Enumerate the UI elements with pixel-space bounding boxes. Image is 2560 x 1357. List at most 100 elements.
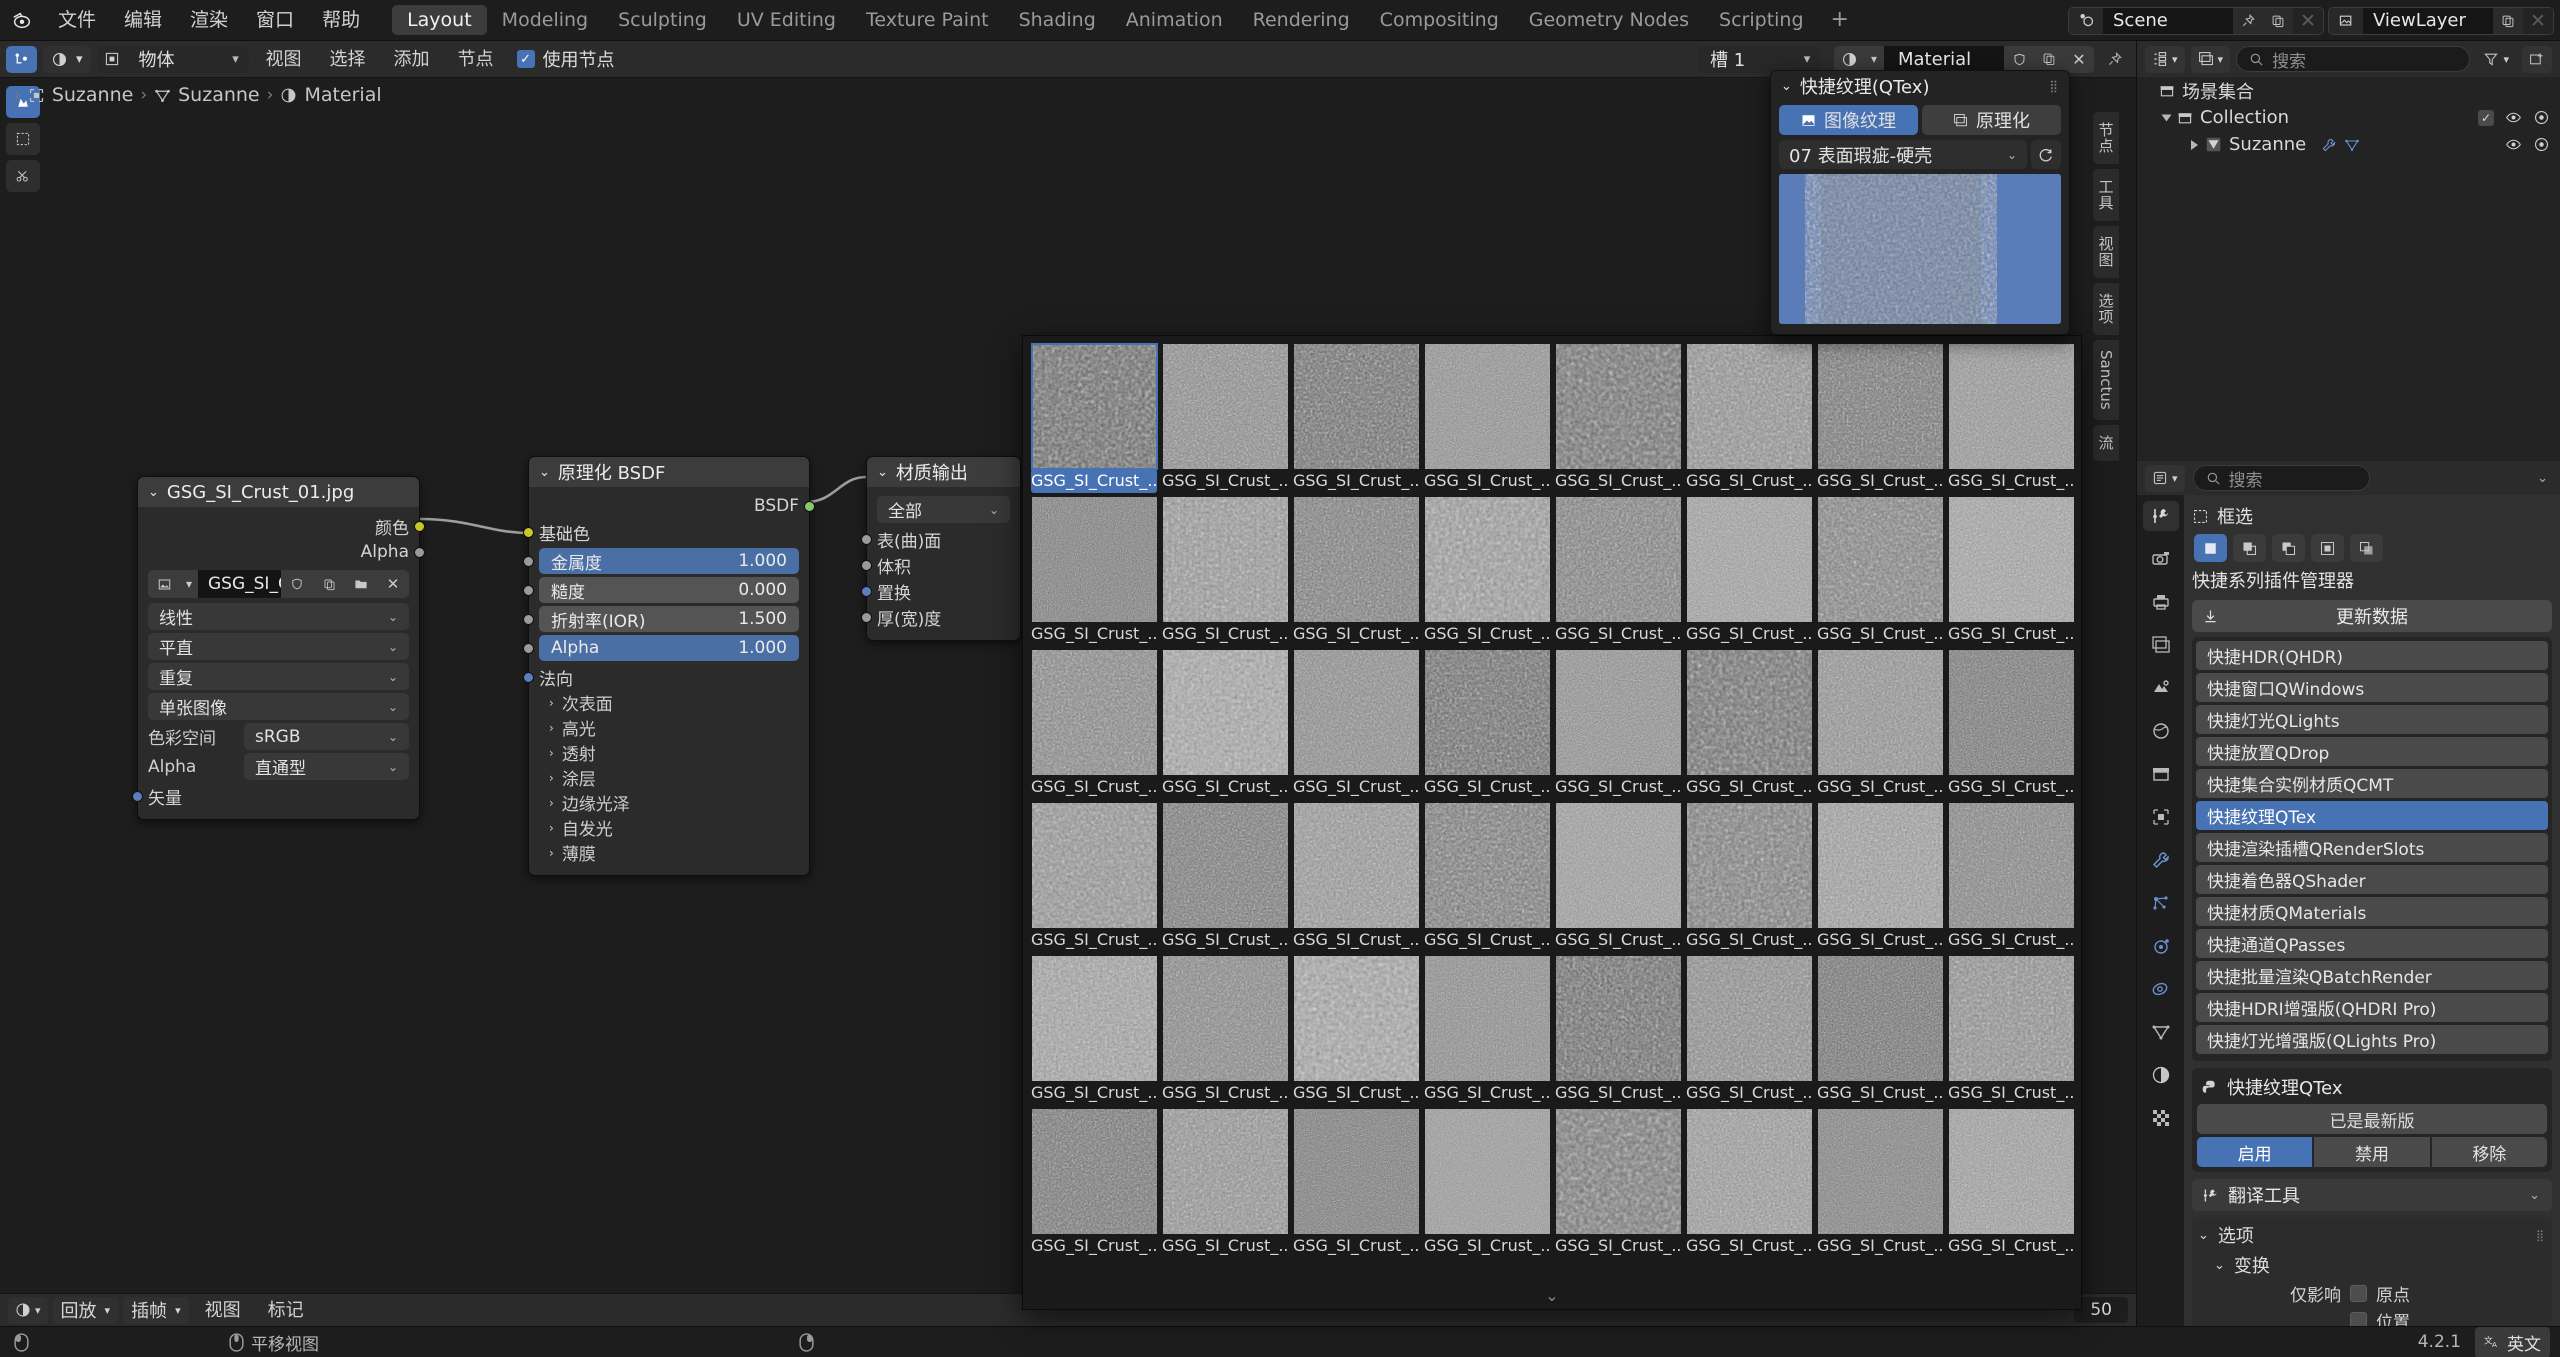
texture-grid-item[interactable]: GSG_SI_Crust_... xyxy=(1553,344,1683,496)
pin-node-tree-icon[interactable] xyxy=(2100,46,2130,73)
texture-thumbnail[interactable] xyxy=(1555,956,1681,1081)
viewlayer-properties-tab-icon[interactable] xyxy=(2143,630,2179,660)
plugin-list-item[interactable]: 快捷纹理QTex xyxy=(2196,801,2548,830)
translate-tool-panel[interactable]: 翻译工具 ⌄ xyxy=(2192,1179,2552,1211)
node-header-image-texture[interactable]: ⌄ GSG_SI_Crust_01.jpg xyxy=(138,477,419,507)
texture-thumbnail[interactable] xyxy=(1817,956,1943,1081)
texture-grid-item[interactable]: GSG_SI_Crust_... xyxy=(1946,803,2076,955)
open-image-folder-icon[interactable] xyxy=(345,570,377,598)
texture-thumbnail[interactable] xyxy=(1424,803,1550,928)
texture-thumbnail[interactable] xyxy=(1817,344,1943,469)
socket-color-dot[interactable] xyxy=(414,520,425,532)
texture-thumbnail[interactable] xyxy=(1162,803,1288,928)
texture-thumbnail[interactable] xyxy=(1948,344,2074,469)
tool-select-box-icon[interactable] xyxy=(6,123,40,155)
material-name-field[interactable]: Material xyxy=(1884,45,2004,73)
side-tab-flow[interactable]: 流 xyxy=(2093,424,2119,461)
texture-thumbnail[interactable] xyxy=(1031,1109,1157,1234)
material-selector[interactable]: ▾ Material ✕ xyxy=(1834,45,2094,73)
workspace-tab-compositing[interactable]: Compositing xyxy=(1365,5,1514,35)
particle-properties-tab-icon[interactable] xyxy=(2143,888,2179,918)
workspace-tab-rendering[interactable]: Rendering xyxy=(1238,5,1365,35)
texture-thumbnail[interactable] xyxy=(1424,497,1550,622)
properties-editor-type-icon[interactable]: ▾ xyxy=(2145,464,2185,492)
workspace-tab-scripting[interactable]: Scripting xyxy=(1704,5,1819,35)
timeline-marker-menu[interactable]: 标记 xyxy=(257,1297,315,1324)
scene-name[interactable]: Scene xyxy=(2103,7,2233,34)
menu-help[interactable]: 帮助 xyxy=(308,5,374,35)
texture-grid-item[interactable]: GSG_SI_Crust_... xyxy=(1422,803,1552,955)
collapse-chevron-icon[interactable]: ⌄ xyxy=(2214,1258,2225,1273)
texture-thumbnail[interactable] xyxy=(1555,650,1681,775)
extension-dropdown[interactable]: 重复 ⌄ xyxy=(148,663,409,690)
texture-thumbnail[interactable] xyxy=(1424,956,1550,1081)
disclosure-triangle-icon[interactable] xyxy=(2161,114,2172,121)
section-coat[interactable]: › 涂层 xyxy=(529,765,809,790)
node-menu-node[interactable]: 节点 xyxy=(447,46,505,73)
plugin-list-item[interactable]: 快捷批量渲染QBatchRender xyxy=(2196,961,2548,990)
world-properties-tab-icon[interactable] xyxy=(2143,716,2179,746)
texture-grid-item[interactable]: GSG_SI_Crust_... xyxy=(1160,650,1290,802)
section-subsurface[interactable]: › 次表面 xyxy=(529,690,809,715)
node-menu-view[interactable]: 视图 xyxy=(255,46,313,73)
texture-grid-item[interactable]: GSG_SI_Crust_... xyxy=(1160,956,1290,1108)
outliner-filter-icon[interactable]: ▾ xyxy=(2476,46,2516,73)
socket-alpha-dot[interactable] xyxy=(523,642,534,654)
texture-thumbnail[interactable] xyxy=(1030,343,1158,470)
texture-grid-item[interactable]: GSG_SI_Crust_... xyxy=(1029,803,1159,955)
section-transmission[interactable]: › 透射 xyxy=(529,740,809,765)
texture-thumbnail[interactable] xyxy=(1424,344,1550,469)
texture-grid-item[interactable]: GSG_SI_Crust_... xyxy=(1160,497,1290,649)
node-header-principled-bsdf[interactable]: ⌄ 原理化 BSDF xyxy=(529,457,809,487)
node-menu-select[interactable]: 选择 xyxy=(319,46,377,73)
object-properties-tab-icon[interactable] xyxy=(2143,802,2179,832)
menu-window[interactable]: 窗口 xyxy=(242,5,308,35)
texture-grid-item[interactable]: GSG_SI_Crust_... xyxy=(1946,497,2076,649)
texture-thumbnail[interactable] xyxy=(1686,803,1812,928)
workspace-tab-modeling[interactable]: Modeling xyxy=(487,5,603,35)
constraint-properties-tab-icon[interactable] xyxy=(2143,974,2179,1004)
qtex-tab-principled[interactable]: 原理化 xyxy=(1922,105,2061,135)
pin-icon[interactable] xyxy=(2233,7,2263,34)
texture-thumbnail[interactable] xyxy=(1948,497,2074,622)
texture-thumbnail[interactable] xyxy=(1293,803,1419,928)
colorspace-dropdown[interactable]: sRGB ⌄ xyxy=(244,723,409,750)
texture-grid-item[interactable]: GSG_SI_Crust_... xyxy=(1160,1109,1290,1261)
side-tab-tool[interactable]: 工具 xyxy=(2093,169,2119,221)
texture-grid-item[interactable]: GSG_SI_Crust_... xyxy=(1946,650,2076,802)
texture-grid-item[interactable]: GSG_SI_Crust_... xyxy=(1553,497,1683,649)
texture-thumbnail[interactable] xyxy=(1293,497,1419,622)
texture-thumbnail[interactable] xyxy=(1162,344,1288,469)
options-header[interactable]: ⌄ 选项 ⣿ xyxy=(2192,1220,2552,1250)
collapse-chevron-icon[interactable]: ⌄ xyxy=(877,465,888,480)
texture-grid-item[interactable]: GSG_SI_Crust_... xyxy=(1291,497,1421,649)
plugin-list-item[interactable]: 快捷集合实例材质QCMT xyxy=(2196,769,2548,798)
texture-thumbnail[interactable] xyxy=(1162,497,1288,622)
texture-grid-item[interactable]: GSG_SI_Crust_... xyxy=(1815,956,1945,1108)
image-browse-chevron-icon[interactable]: ▾ xyxy=(180,570,198,598)
texture-thumbnail[interactable] xyxy=(1817,650,1943,775)
texture-grid-item[interactable]: GSG_SI_Crust_... xyxy=(1684,650,1814,802)
node-principled-bsdf[interactable]: ⌄ 原理化 BSDF BSDF 基础色 金属度 1.000 糙度 0.000 折… xyxy=(523,456,815,876)
prop-metallic[interactable]: 金属度 1.000 xyxy=(523,548,799,574)
plugin-list-item[interactable]: 快捷HDR(QHDR) xyxy=(2196,641,2548,670)
texture-grid-item[interactable]: GSG_SI_Crust_... xyxy=(1684,956,1814,1108)
texture-thumbnail[interactable] xyxy=(1031,956,1157,1081)
socket-volume-dot[interactable] xyxy=(861,559,872,571)
plugin-list-item[interactable]: 快捷灯光QLights xyxy=(2196,705,2548,734)
texture-grid-item[interactable]: GSG_SI_Crust_... xyxy=(1291,803,1421,955)
shader-type-selector[interactable]: ▾ xyxy=(43,45,91,73)
outliner-new-collection-icon[interactable] xyxy=(2522,45,2552,73)
texture-grid-item[interactable]: GSG_SI_Crust_... xyxy=(1684,803,1814,955)
shader-context-value[interactable]: 物体 xyxy=(127,46,223,72)
plugin-version-status[interactable]: 已是最新版 xyxy=(2197,1104,2547,1134)
outliner-row-scene-collection[interactable]: 场景集合 xyxy=(2137,77,2560,104)
section-specular[interactable]: › 高光 xyxy=(529,715,809,740)
drag-grip-icon[interactable]: ⣿ xyxy=(2536,1229,2552,1242)
use-nodes-toggle[interactable]: ✓ 使用节点 xyxy=(511,46,615,72)
viewlayer-selector[interactable]: ViewLayer ✕ xyxy=(2328,6,2554,35)
editor-type-icon[interactable] xyxy=(6,45,37,73)
workspace-tab-texture-paint[interactable]: Texture Paint xyxy=(851,5,1004,35)
texture-grid-item[interactable]: GSG_SI_Crust_... xyxy=(1422,497,1552,649)
remove-plugin-button[interactable]: 移除 xyxy=(2431,1137,2547,1167)
